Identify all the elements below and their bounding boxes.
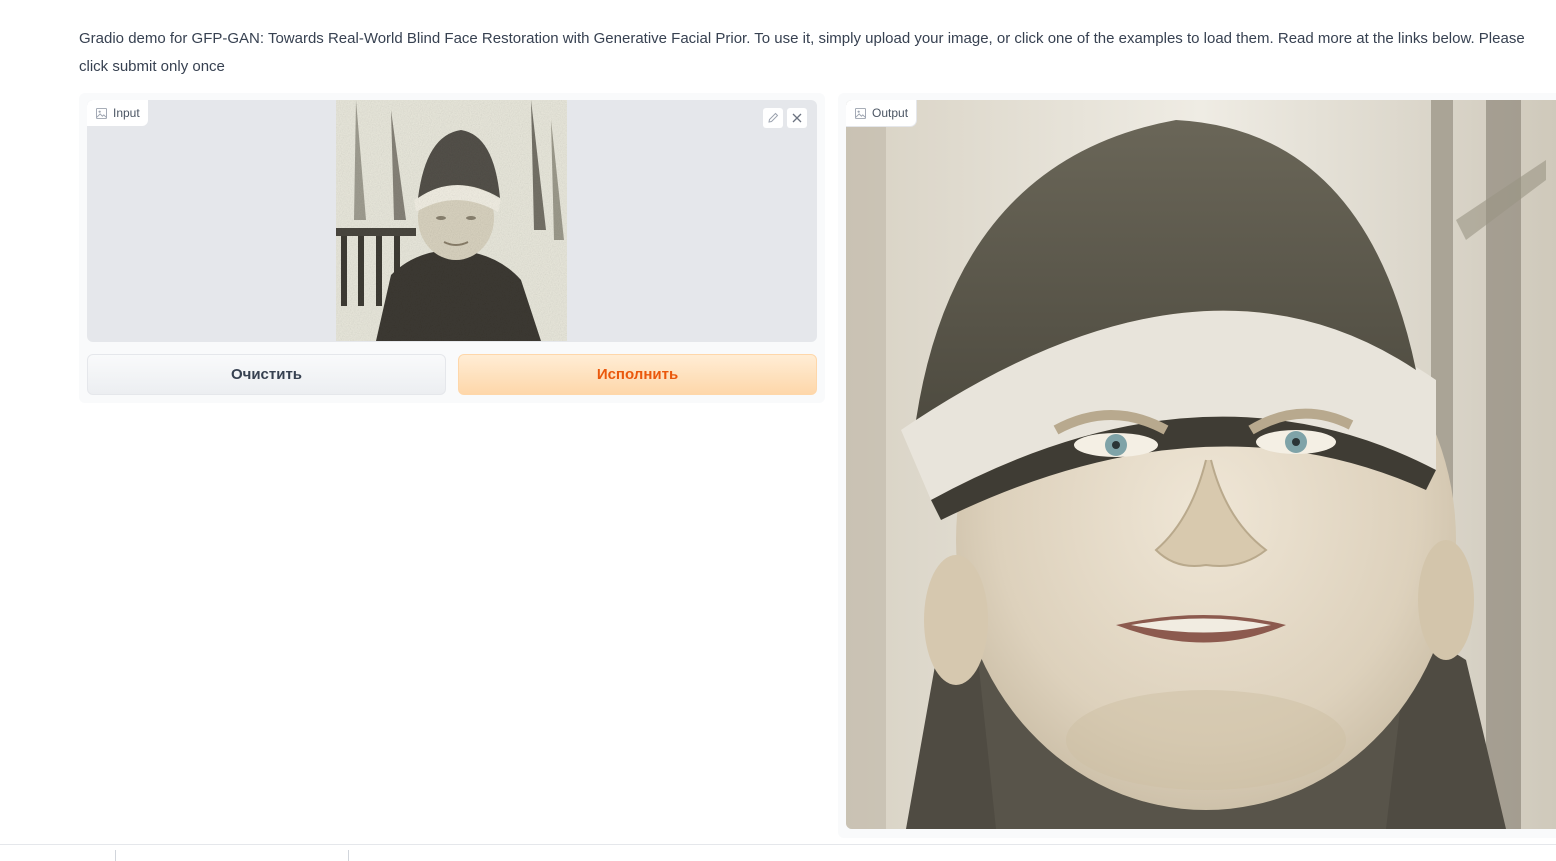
footer-separator xyxy=(115,850,116,861)
image-icon xyxy=(96,107,107,119)
submit-button[interactable]: Исполнить xyxy=(458,354,817,395)
output-image-block: Output xyxy=(846,100,1556,829)
input-photo xyxy=(336,100,567,341)
app-description: Gradio demo for GFP-GAN: Towards Real-Wo… xyxy=(79,30,1525,75)
close-icon xyxy=(792,113,802,123)
input-label-text: Input xyxy=(113,106,140,120)
footer-divider xyxy=(0,844,1556,845)
input-image-block[interactable]: Input xyxy=(87,100,817,342)
output-label: Output xyxy=(846,100,917,126)
clear-button[interactable]: Очистить xyxy=(87,354,446,395)
footer-separator xyxy=(348,850,349,861)
input-panel: Input Очистить Исполнить xyxy=(79,93,825,403)
input-label: Input xyxy=(87,100,148,126)
output-panel: Output xyxy=(838,93,1556,838)
output-photo xyxy=(846,100,1556,829)
image-icon xyxy=(855,107,866,119)
clear-image-button[interactable] xyxy=(787,108,807,128)
output-label-text: Output xyxy=(872,106,909,120)
edit-button[interactable] xyxy=(763,108,783,128)
edit-icon xyxy=(768,112,779,123)
